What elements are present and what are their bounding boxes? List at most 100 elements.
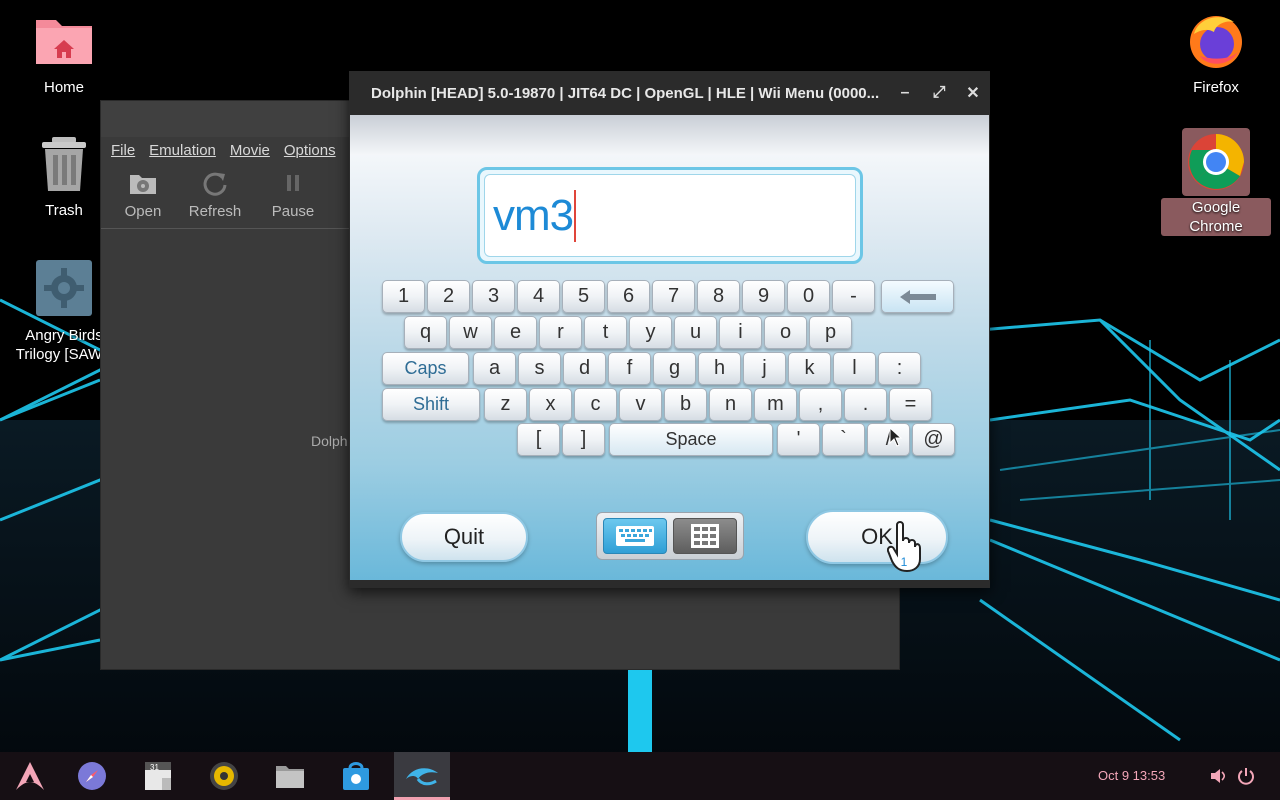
space-key[interactable]: Space [609, 423, 773, 456]
render-window-titlebar[interactable]: Dolphin [HEAD] 5.0-19870 | JIT64 DC | Op… [349, 71, 990, 115]
open-disc-icon [130, 175, 156, 194]
maximize-icon[interactable]: ⤢ [922, 84, 956, 102]
key-2[interactable]: 2 [427, 280, 470, 313]
wii-text-input[interactable]: vm3 [477, 167, 863, 264]
backspace-key[interactable] [881, 280, 954, 313]
key-t[interactable]: t [584, 316, 627, 349]
refresh-icon [203, 172, 227, 196]
input-value: vm3 [493, 190, 574, 240]
desktop-icon-home[interactable]: Home [9, 12, 119, 97]
key-a[interactable]: a [473, 352, 516, 385]
caps-key[interactable]: Caps [382, 352, 469, 385]
wii-keyboard-screen: vm3 1 2 3 4 5 6 7 8 9 0 - q w e r t y u … [350, 115, 989, 580]
key-x[interactable]: x [529, 388, 572, 421]
key-u[interactable]: u [674, 316, 717, 349]
key-c[interactable]: c [574, 388, 617, 421]
close-icon[interactable]: ✕ [956, 83, 990, 103]
taskbar-files[interactable] [262, 752, 318, 800]
key-7[interactable]: 7 [652, 280, 695, 313]
key-m[interactable]: m [754, 388, 797, 421]
volume-icon[interactable] [1208, 766, 1228, 786]
key-colon[interactable]: : [878, 352, 921, 385]
key-l[interactable]: l [833, 352, 876, 385]
key-at[interactable]: @ [912, 423, 955, 456]
key-comma[interactable]: , [799, 388, 842, 421]
key-y[interactable]: y [629, 316, 672, 349]
key-b[interactable]: b [664, 388, 707, 421]
key-6[interactable]: 6 [607, 280, 650, 313]
taskbar: 31 Oct 9 13:53 [0, 752, 1280, 800]
quit-button[interactable]: Quit [400, 512, 528, 562]
key-left-bracket[interactable]: [ [517, 423, 560, 456]
key-r[interactable]: r [539, 316, 582, 349]
key-right-bracket[interactable]: ] [562, 423, 605, 456]
key-n[interactable]: n [709, 388, 752, 421]
key-5[interactable]: 5 [562, 280, 605, 313]
key-1[interactable]: 1 [382, 280, 425, 313]
key-9[interactable]: 9 [742, 280, 785, 313]
menu-emulation[interactable]: Emulation [149, 142, 216, 159]
window-title: Dolphin [HEAD] 5.0-19870 | JIT64 DC | Op… [371, 84, 880, 102]
files-icon [276, 766, 304, 788]
menu-options[interactable]: Options [284, 142, 336, 159]
left-arrow-icon [899, 289, 936, 304]
key-v[interactable]: v [619, 388, 662, 421]
key-apostrophe[interactable]: ' [777, 423, 820, 456]
key-e[interactable]: e [494, 316, 537, 349]
keyboard-mode-button[interactable] [603, 518, 667, 554]
key-equals[interactable]: = [889, 388, 932, 421]
open-button[interactable]: Open [107, 163, 179, 228]
refresh-button[interactable]: Refresh [179, 163, 251, 228]
minimize-icon[interactable]: – [888, 84, 922, 102]
taskbar-clock[interactable]: Oct 9 13:53 [1098, 768, 1165, 783]
desktop-icon-label: Firefox [1193, 79, 1239, 96]
key-z[interactable]: z [484, 388, 527, 421]
keypad-grid-icon [691, 524, 719, 548]
key-period[interactable]: . [844, 388, 887, 421]
taskbar-dolphin[interactable] [394, 752, 450, 800]
key-w[interactable]: w [449, 316, 492, 349]
wii-pointer-hand-icon: 1 [887, 521, 921, 573]
taskbar-store[interactable] [328, 752, 384, 800]
taskbar-music[interactable] [196, 752, 252, 800]
key-f[interactable]: f [608, 352, 651, 385]
menu-movie[interactable]: Movie [230, 142, 270, 159]
power-icon[interactable] [1236, 766, 1256, 786]
pause-button[interactable]: Pause [257, 163, 329, 228]
key-o[interactable]: o [764, 316, 807, 349]
key-0[interactable]: 0 [787, 280, 830, 313]
desktop-icon-label: Google Chrome [1161, 198, 1271, 236]
mouse-cursor-icon [889, 427, 903, 447]
shift-key[interactable]: Shift [382, 388, 480, 421]
key-p[interactable]: p [809, 316, 852, 349]
music-icon [210, 762, 238, 790]
key-q[interactable]: q [404, 316, 447, 349]
key-minus[interactable]: - [832, 280, 875, 313]
calendar-icon: 31 [145, 762, 171, 790]
key-j[interactable]: j [743, 352, 786, 385]
key-g[interactable]: g [653, 352, 696, 385]
taskbar-calendar[interactable]: 31 [130, 752, 186, 800]
key-s[interactable]: s [518, 352, 561, 385]
ok-button[interactable]: OK [806, 510, 948, 564]
taskbar-browser[interactable] [64, 752, 120, 800]
key-k[interactable]: k [788, 352, 831, 385]
menu-file[interactable]: File [111, 142, 135, 159]
keypad-mode-button[interactable] [673, 518, 737, 554]
keyboard-icon [616, 526, 654, 546]
key-8[interactable]: 8 [697, 280, 740, 313]
key-4[interactable]: 4 [517, 280, 560, 313]
key-backtick[interactable]: ` [822, 423, 865, 456]
key-d[interactable]: d [563, 352, 606, 385]
svg-text:1: 1 [901, 555, 908, 569]
store-icon [343, 762, 369, 790]
desktop-icon-google-chrome[interactable]: Google Chrome [1161, 128, 1271, 236]
key-3[interactable]: 3 [472, 280, 515, 313]
key-h[interactable]: h [698, 352, 741, 385]
taskbar-app-launcher[interactable] [2, 752, 58, 800]
key-i[interactable]: i [719, 316, 762, 349]
dolphin-render-window: Dolphin [HEAD] 5.0-19870 | JIT64 DC | Op… [349, 71, 990, 588]
desktop-icon-firefox[interactable]: Firefox [1161, 12, 1271, 97]
trash-icon [34, 135, 94, 195]
text-caret [574, 189, 577, 242]
